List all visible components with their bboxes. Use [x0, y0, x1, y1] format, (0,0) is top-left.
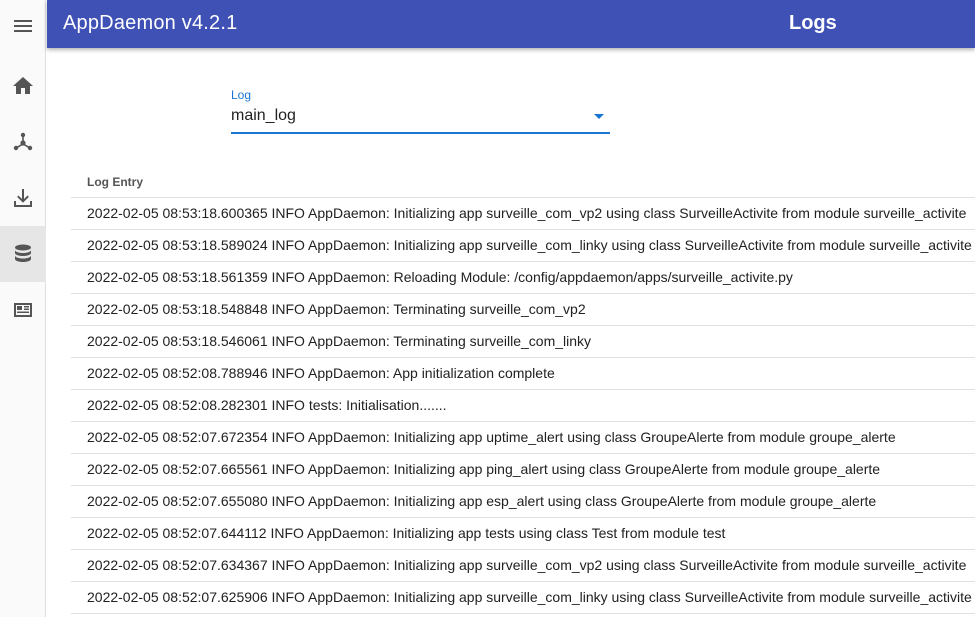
- table-row: 2022-02-05 08:53:18.589024 INFO AppDaemo…: [71, 230, 975, 262]
- nav-download-button[interactable]: [0, 170, 46, 226]
- nav-home-button[interactable]: [0, 58, 46, 114]
- nav-logs-button[interactable]: [0, 226, 46, 282]
- chevron-down-icon[interactable]: [594, 114, 604, 119]
- log-select-underline: [231, 132, 610, 134]
- page-title: Logs: [789, 12, 837, 34]
- table-row: 2022-02-05 08:52:07.672354 INFO AppDaemo…: [71, 422, 975, 454]
- table-row: 2022-02-05 08:53:18.600365 INFO AppDaemo…: [71, 198, 975, 230]
- database-icon: [15, 244, 31, 262]
- menu-icon: [14, 20, 32, 32]
- log-entry-header[interactable]: Log Entry: [71, 166, 975, 198]
- table-row: 2022-02-05 08:52:07.644112 INFO AppDaemo…: [71, 518, 975, 550]
- nav-news-button[interactable]: [0, 282, 46, 338]
- app-bar: AppDaemon v4.2.1 Logs: [47, 0, 975, 48]
- news-icon: [14, 303, 32, 317]
- table-row: 2022-02-05 08:52:07.655080 INFO AppDaemo…: [71, 486, 975, 518]
- table-row: 2022-02-05 08:52:08.282301 INFO tests: I…: [71, 390, 975, 422]
- hub-icon: [13, 132, 33, 151]
- table-row: 2022-02-05 08:52:07.665561 INFO AppDaemo…: [71, 454, 975, 486]
- log-select[interactable]: Log main_log: [231, 88, 610, 134]
- table-row: 2022-02-05 08:52:07.625906 INFO AppDaemo…: [71, 582, 975, 614]
- table-row: 2022-02-05 08:52:08.788946 INFO AppDaemo…: [71, 358, 975, 390]
- nav-apps-button[interactable]: [0, 114, 46, 170]
- table-row: 2022-02-05 08:52:07.634367 INFO AppDaemo…: [71, 550, 975, 582]
- menu-button[interactable]: [0, 0, 46, 52]
- log-select-label: Log: [231, 88, 252, 102]
- log-table: Log Entry 2022-02-05 08:53:18.600365 INF…: [71, 166, 975, 614]
- sidebar: [0, 0, 46, 617]
- download-icon: [14, 189, 32, 207]
- table-row: 2022-02-05 08:53:18.561359 INFO AppDaemo…: [71, 262, 975, 294]
- home-icon: [13, 77, 33, 94]
- log-select-value[interactable]: main_log: [231, 107, 296, 125]
- table-row: 2022-02-05 08:53:18.548848 INFO AppDaemo…: [71, 294, 975, 326]
- table-row: 2022-02-05 08:53:18.546061 INFO AppDaemo…: [71, 326, 975, 358]
- app-title: AppDaemon v4.2.1: [63, 12, 238, 34]
